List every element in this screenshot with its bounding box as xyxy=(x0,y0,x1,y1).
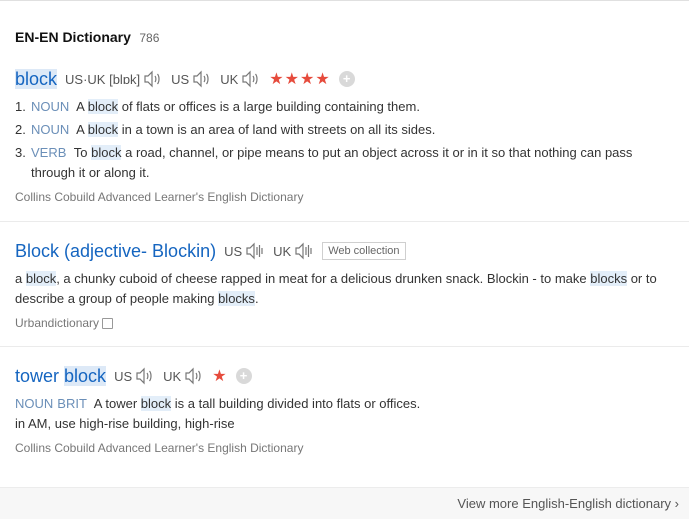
part-of-speech: NOUN xyxy=(31,99,70,114)
definition-item: 3. VERB To block a road, channel, or pip… xyxy=(15,143,689,183)
entry-tower-block: tower block US UK ★ + NOUN BRIT A tower b… xyxy=(15,364,689,455)
speaker-icon[interactable] xyxy=(192,70,212,88)
def-number: 1. xyxy=(15,99,26,114)
headword-text: block xyxy=(15,68,58,89)
web-collection-tag: Web collection xyxy=(322,242,406,260)
pron-label: US·UK [blɒk] xyxy=(65,71,141,87)
keyword-highlight: block xyxy=(87,122,119,137)
part-of-speech: NOUN xyxy=(15,396,54,411)
pronunciation-uk: UK xyxy=(273,242,314,260)
keyword-highlight: block xyxy=(91,145,122,160)
entry-divider xyxy=(0,346,689,347)
keyword-highlight: block xyxy=(25,271,57,286)
headword-text: tower xyxy=(15,365,65,386)
external-link-icon xyxy=(102,317,114,329)
entry-headline: tower block US UK ★ + xyxy=(15,364,689,388)
def-text: a xyxy=(15,271,26,286)
def-text: in a town is an area of land with street… xyxy=(118,122,436,137)
source-label: Collins Cobuild Advanced Learner's Engli… xyxy=(15,441,304,455)
pron-label: US xyxy=(171,71,190,87)
def-number: 3. xyxy=(15,145,26,160)
pronunciation-us: US xyxy=(171,70,212,88)
rating-stars: ★ xyxy=(212,368,228,385)
headword-link[interactable]: block xyxy=(15,68,58,90)
keyword-highlight: block xyxy=(87,99,119,114)
headword-link[interactable]: Block (adjective- Blockin) xyxy=(15,241,216,262)
entry-divider xyxy=(0,221,689,222)
def-text: To xyxy=(70,145,92,160)
top-divider xyxy=(0,0,689,1)
region-label: BRIT xyxy=(57,396,87,411)
source-label: Collins Cobuild Advanced Learner's Engli… xyxy=(15,190,304,204)
def-text: a road, channel, or pipe means to put an… xyxy=(31,145,633,180)
pron-label: US xyxy=(224,243,243,259)
source-name: Urbandictionary xyxy=(15,316,100,330)
pron-label: US xyxy=(114,368,133,384)
pron-label: UK xyxy=(163,368,182,384)
headword-highlight: block xyxy=(64,365,107,386)
source-label[interactable]: Urbandictionary xyxy=(15,316,689,330)
keyword-highlight: block xyxy=(140,396,172,411)
def-text: . xyxy=(254,291,259,306)
entry-block: block US·UK [blɒk] US UK ★★★★ + 1. NOUN … xyxy=(15,67,689,204)
speaker-icon[interactable] xyxy=(245,242,265,260)
def-text: , a chunky cuboid of cheese rapped in me… xyxy=(56,271,591,286)
keyword-highlight: blocks xyxy=(590,271,628,286)
footer-bar: View more English-English dictionary › xyxy=(0,487,689,519)
pronunciation-uk: UK xyxy=(220,70,261,88)
def-text: A xyxy=(73,122,88,137)
pronunciation-us-uk: US·UK [blɒk] xyxy=(65,70,163,88)
dictionary-header: EN-EN Dictionary 786 xyxy=(15,29,159,47)
dictionary-title: EN-EN Dictionary xyxy=(15,29,131,45)
part-of-speech: VERB xyxy=(31,145,67,160)
speaker-icon[interactable] xyxy=(241,70,261,88)
part-of-speech: NOUN xyxy=(31,122,70,137)
def-number: 2. xyxy=(15,122,26,137)
definition-item: 2. NOUN A block in a town is an area of … xyxy=(15,120,689,140)
view-more-link[interactable]: View more English-English dictionary › xyxy=(457,496,679,511)
speaker-icon[interactable] xyxy=(135,367,155,385)
definition-text: a block, a chunky cuboid of cheese rappe… xyxy=(15,269,689,309)
pronunciation-uk: UK xyxy=(163,367,204,385)
pron-label: UK xyxy=(220,71,239,87)
pronunciation-us: US xyxy=(224,242,265,260)
entry-headline: block US·UK [blɒk] US UK ★★★★ + xyxy=(15,67,689,91)
definition-list: 1. NOUN A block of flats or offices is a… xyxy=(15,97,689,183)
keyword-highlight: blocks xyxy=(218,291,255,306)
result-count: 786 xyxy=(139,31,160,45)
def-text: A xyxy=(73,99,88,114)
usage-note: in AM, use high-rise building, high-rise xyxy=(15,416,235,431)
def-text: is a tall building divided into flats or… xyxy=(171,396,421,411)
speaker-icon[interactable] xyxy=(143,70,163,88)
rating-stars: ★★★★ xyxy=(269,71,331,88)
pronunciation-us: US xyxy=(114,367,155,385)
entry-headline: Block (adjective- Blockin) US UK Web col… xyxy=(15,239,689,263)
def-text: A tower xyxy=(90,396,141,411)
speaker-icon[interactable] xyxy=(294,242,314,260)
pron-label: UK xyxy=(273,243,292,259)
definition-text: NOUN BRIT A tower block is a tall buildin… xyxy=(15,394,689,414)
def-text: of flats or offices is a large building … xyxy=(118,99,420,114)
add-to-wordbook-icon[interactable]: + xyxy=(338,71,355,87)
headword-link[interactable]: tower block xyxy=(15,365,107,387)
add-to-wordbook-icon[interactable]: + xyxy=(235,368,252,384)
speaker-icon[interactable] xyxy=(184,367,204,385)
entry-block-adjective: Block (adjective- Blockin) US UK Web col… xyxy=(15,239,689,331)
definition-item: 1. NOUN A block of flats or offices is a… xyxy=(15,97,689,117)
